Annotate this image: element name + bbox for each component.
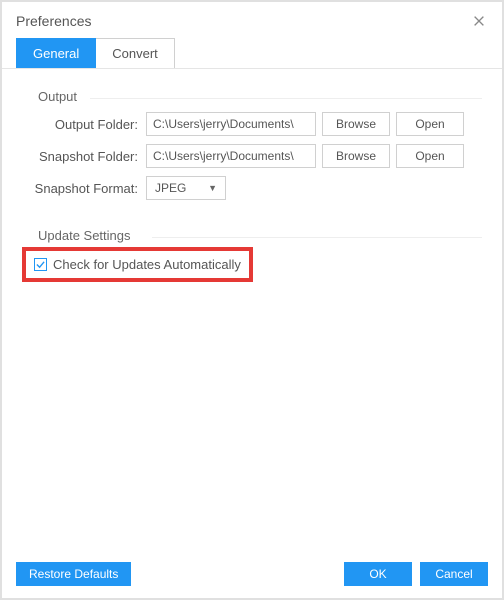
tab-bar: General Convert <box>2 38 502 69</box>
ok-button[interactable]: OK <box>344 562 412 586</box>
section-divider <box>90 98 482 99</box>
caret-down-icon: ▼ <box>208 183 217 193</box>
update-checkbox-highlight: Check for Updates Automatically <box>22 247 253 282</box>
snapshot-folder-input[interactable] <box>146 144 316 168</box>
snapshot-folder-browse-button[interactable]: Browse <box>322 144 390 168</box>
output-folder-row: Output Folder: Browse Open <box>22 112 482 136</box>
output-folder-input[interactable] <box>146 112 316 136</box>
snapshot-format-label: Snapshot Format: <box>22 181 146 196</box>
content-area: Output Output Folder: Browse Open Snapsh… <box>2 69 502 552</box>
window-header: Preferences <box>2 2 502 38</box>
snapshot-format-row: Snapshot Format: JPEG ▼ <box>22 176 482 200</box>
cancel-button[interactable]: Cancel <box>420 562 488 586</box>
snapshot-folder-row: Snapshot Folder: Browse Open <box>22 144 482 168</box>
section-divider <box>152 237 482 238</box>
restore-defaults-button[interactable]: Restore Defaults <box>16 562 131 586</box>
auto-update-label: Check for Updates Automatically <box>53 257 241 272</box>
output-section: Output <box>22 89 482 104</box>
close-icon[interactable] <box>470 12 488 30</box>
output-folder-label: Output Folder: <box>22 117 146 132</box>
snapshot-folder-label: Snapshot Folder: <box>22 149 146 164</box>
update-section: Update Settings <box>22 228 482 243</box>
output-folder-browse-button[interactable]: Browse <box>322 112 390 136</box>
snapshot-format-select[interactable]: JPEG ▼ <box>146 176 226 200</box>
update-heading: Update Settings <box>38 228 139 243</box>
snapshot-format-value: JPEG <box>155 181 186 195</box>
output-folder-open-button[interactable]: Open <box>396 112 464 136</box>
footer-right: OK Cancel <box>344 562 488 586</box>
tab-convert[interactable]: Convert <box>96 38 175 68</box>
tab-general[interactable]: General <box>16 38 96 68</box>
snapshot-folder-open-button[interactable]: Open <box>396 144 464 168</box>
window-title: Preferences <box>16 13 91 29</box>
footer: Restore Defaults OK Cancel <box>2 552 502 598</box>
auto-update-checkbox[interactable] <box>34 258 47 271</box>
preferences-window: Preferences General Convert Output Outpu… <box>0 0 504 600</box>
output-heading: Output <box>38 89 85 104</box>
